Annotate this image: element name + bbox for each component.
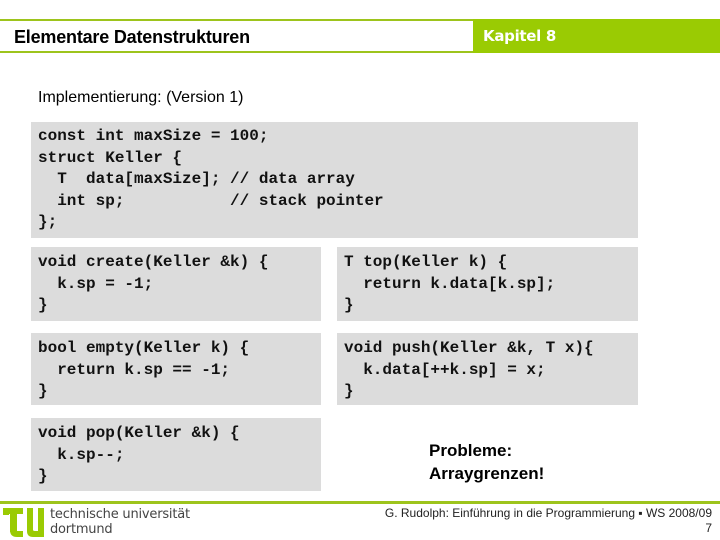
page-number: 7 bbox=[705, 521, 712, 535]
code-block-top: T top(Keller k) { return k.data[k.sp]; } bbox=[337, 247, 638, 321]
tu-logo-icon bbox=[3, 508, 44, 537]
code-text-struct: const int maxSize = 100; struct Keller {… bbox=[38, 127, 384, 231]
code-block-empty: bool empty(Keller k) { return k.sp == -1… bbox=[31, 333, 321, 405]
university-name: technische universität dortmund bbox=[50, 507, 190, 537]
problem-note-line2: Arraygrenzen! bbox=[429, 464, 545, 483]
chapter-label: Kapitel 8 bbox=[483, 27, 557, 45]
code-block-create: void create(Keller &k) { k.sp = -1; } bbox=[31, 247, 321, 321]
code-block-struct: const int maxSize = 100; struct Keller {… bbox=[31, 122, 638, 238]
footer-credit: G. Rudolph: Einführung in die Programmie… bbox=[385, 506, 712, 536]
code-block-pop: void pop(Keller &k) { k.sp--; } bbox=[31, 418, 321, 491]
code-text-push: void push(Keller &k, T x){ k.data[++k.sp… bbox=[344, 339, 594, 400]
university-name-line2: dortmund bbox=[50, 522, 113, 537]
slide-title: Elementare Datenstrukturen bbox=[14, 27, 250, 47]
code-block-push: void push(Keller &k, T x){ k.data[++k.sp… bbox=[337, 333, 638, 405]
code-text-empty: bool empty(Keller k) { return k.sp == -1… bbox=[38, 339, 250, 400]
problem-note-line1: Probleme: bbox=[429, 441, 513, 460]
code-text-create: void create(Keller &k) { k.sp = -1; } bbox=[38, 253, 269, 314]
chapter-badge: Kapitel 8 bbox=[473, 19, 720, 53]
university-name-line1: technische universität bbox=[50, 507, 190, 522]
code-text-pop: void pop(Keller &k) { k.sp--; } bbox=[38, 424, 240, 485]
code-text-top: T top(Keller k) { return k.data[k.sp]; } bbox=[344, 253, 556, 314]
footer-line bbox=[0, 501, 720, 504]
section-subtitle: Implementierung: (Version 1) bbox=[38, 89, 244, 106]
problem-note: Probleme: Arraygrenzen! bbox=[429, 439, 544, 485]
footer-credit-text: G. Rudolph: Einführung in die Programmie… bbox=[384, 506, 712, 520]
